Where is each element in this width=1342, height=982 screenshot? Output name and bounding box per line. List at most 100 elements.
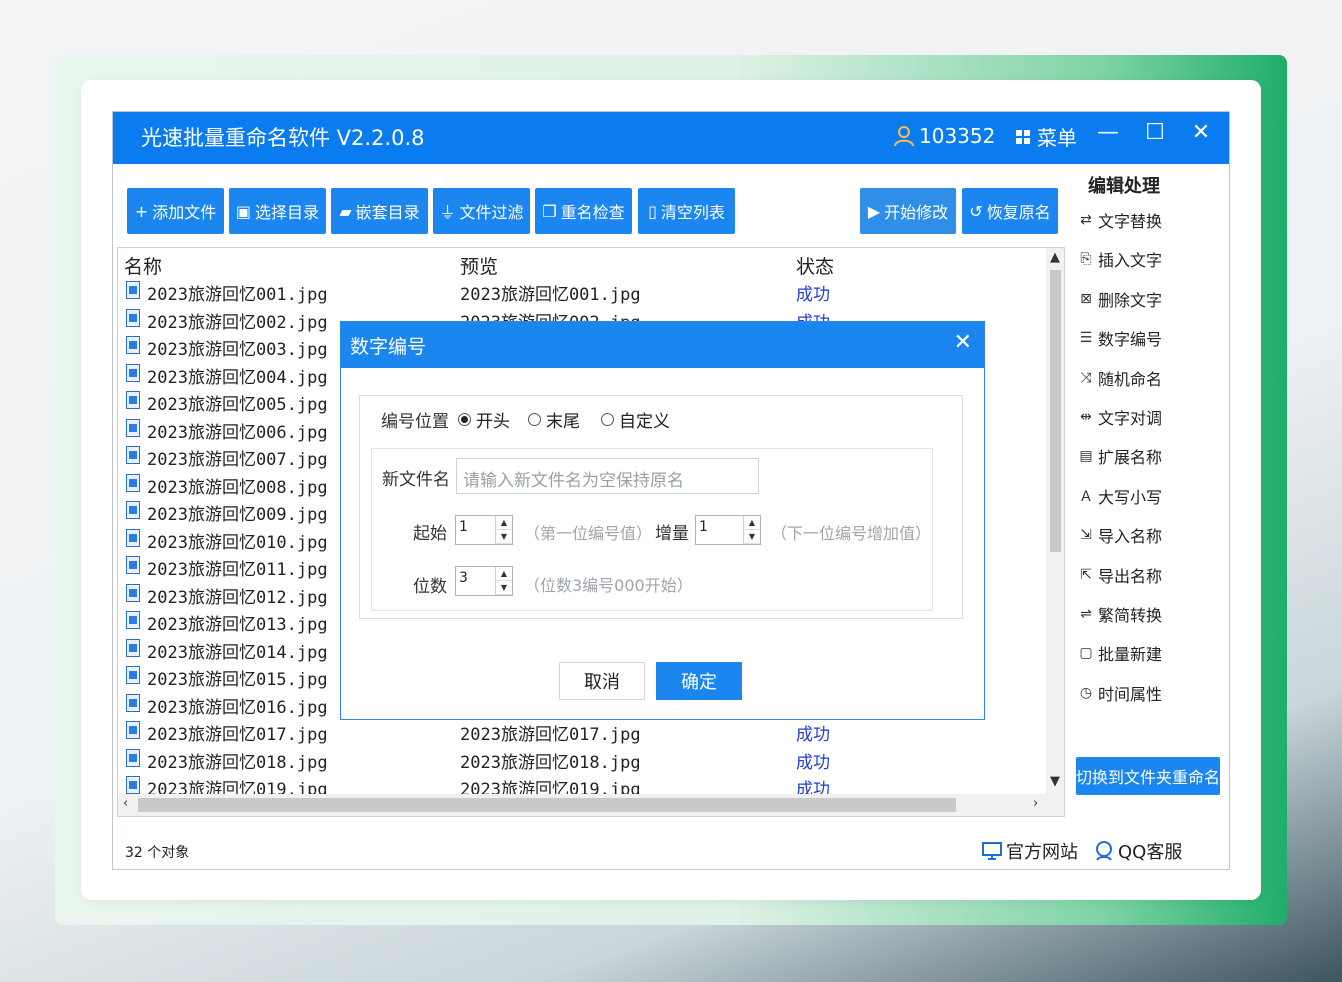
undo-icon: ↺ <box>969 201 983 221</box>
stepper-up-icon[interactable]: ▲ <box>744 516 760 530</box>
sidebar-item-13[interactable]: ◷ 时间属性 <box>1078 681 1162 705</box>
image-file-icon <box>126 693 140 712</box>
sidebar-item-7[interactable]: ▤ 扩展名称 <box>1078 444 1162 468</box>
number-icon: ☰ <box>1079 330 1093 347</box>
horizontal-scroll-thumb[interactable] <box>138 798 956 812</box>
stepper-up-icon[interactable]: ▲ <box>496 567 512 581</box>
duplicate-check-button[interactable]: ❐ 重名检查 <box>535 188 632 234</box>
sidebar-item-label: 插入文字 <box>1098 251 1163 271</box>
case-icon: Ａ <box>1079 488 1093 505</box>
sidebar-item-5[interactable]: ⤨ 随机命名 <box>1078 366 1162 390</box>
clear-list-button[interactable]: ▯ 清空列表 <box>638 188 735 234</box>
file-name: 2023旅游回忆017.jpg <box>147 725 328 745</box>
sidebar-item-9[interactable]: ⇲ 导入名称 <box>1078 523 1162 547</box>
column-status[interactable]: 状态 <box>796 252 834 279</box>
image-file-icon <box>126 638 140 657</box>
file-name: 2023旅游回忆012.jpg <box>147 587 328 608</box>
add-files-button[interactable]: + 添加文件 <box>127 188 224 234</box>
step-stepper[interactable]: 1 ▲ ▼ <box>695 515 761 545</box>
sidebar-item-10[interactable]: ⇱ 导出名称 <box>1078 563 1162 587</box>
vertical-scroll-thumb[interactable] <box>1050 270 1061 552</box>
file-name: 2023旅游回忆010.jpg <box>147 532 328 553</box>
file-name: 2023旅游回忆016.jpg <box>147 697 328 718</box>
sidebar-item-3[interactable]: ⊠ 删除文字 <box>1078 287 1162 311</box>
restore-names-button[interactable]: ↺ 恢复原名 <box>962 188 1058 234</box>
step-value: 1 <box>699 519 708 535</box>
radio-custom[interactable]: 自定义 <box>601 407 670 432</box>
nested-directory-label: 嵌套目录 <box>355 203 420 222</box>
stepper-down-icon[interactable]: ▼ <box>744 530 760 544</box>
file-preview: 2023旅游回忆017.jpg <box>460 725 641 745</box>
select-directory-button[interactable]: ▣ 选择目录 <box>229 188 326 234</box>
sidebar-item-11[interactable]: ⇌ 繁简转换 <box>1078 602 1162 626</box>
sidebar-item-1[interactable]: ⇄ 文字替换 <box>1078 208 1162 232</box>
sidebar-item-label: 导出名称 <box>1098 566 1163 586</box>
stepper-buttons[interactable]: ▲ ▼ <box>495 516 512 544</box>
folder-open-icon: ▰ <box>339 201 352 221</box>
horizontal-scrollbar[interactable]: ‹ › <box>118 794 1046 816</box>
minimize-button[interactable]: — <box>1093 120 1123 145</box>
official-site-link[interactable]: 官方网站 <box>981 838 1078 864</box>
start-hint: （第一位编号值） <box>524 524 653 543</box>
sidebar-item-2[interactable]: ⎘ 插入文字 <box>1078 247 1162 271</box>
add-files-label: 添加文件 <box>152 203 217 222</box>
sidebar-item-label: 随机命名 <box>1098 369 1163 389</box>
digits-stepper[interactable]: 3 ▲ ▼ <box>455 566 513 596</box>
file-preview: 2023旅游回忆018.jpg <box>460 752 641 773</box>
image-file-icon <box>126 748 140 767</box>
scroll-right-icon[interactable]: › <box>1033 796 1038 811</box>
menu-button[interactable]: 菜单 <box>1015 122 1077 151</box>
nested-directory-button[interactable]: ▰ 嵌套目录 <box>331 188 428 234</box>
ok-button[interactable]: 确定 <box>656 662 742 700</box>
image-file-icon <box>126 473 140 492</box>
sidebar-item-label: 文字替换 <box>1098 212 1163 231</box>
file-name: 2023旅游回忆011.jpg <box>147 560 328 580</box>
maximize-button[interactable]: ☐ <box>1140 120 1170 145</box>
column-name[interactable]: 名称 <box>124 252 162 279</box>
stepper-down-icon[interactable]: ▼ <box>496 581 512 595</box>
switch-to-folder-rename-button[interactable]: 切换到文件夹重命名 <box>1076 757 1220 795</box>
scroll-down-icon[interactable]: ▼ <box>1050 774 1060 789</box>
sidebar-item-12[interactable]: ▢ 批量新建 <box>1078 641 1162 665</box>
file-name: 2023旅游回忆018.jpg <box>147 752 328 773</box>
monitor-icon <box>982 842 1002 860</box>
start-label: 起始 <box>413 524 447 544</box>
close-button[interactable]: ✕ <box>1186 120 1216 145</box>
user-account[interactable]: 103352 <box>893 124 995 148</box>
dialog-close-icon[interactable]: ✕ <box>954 330 972 355</box>
cancel-button[interactable]: 取消 <box>559 662 645 700</box>
table-row[interactable]: 2023旅游回忆001.jpg 2023旅游回忆001.jpg 成功 <box>118 278 1064 306</box>
newname-input[interactable]: 请输入新文件名为空保持原名 <box>456 458 759 494</box>
file-filter-button[interactable]: ⏚ 文件过滤 <box>433 188 530 234</box>
scroll-left-icon[interactable]: ‹ <box>123 796 128 811</box>
table-row[interactable]: 2023旅游回忆017.jpg 2023旅游回忆017.jpg 成功 <box>118 718 1064 746</box>
sidebar-item-8[interactable]: Ａ 大写小写 <box>1078 484 1162 508</box>
start-stepper[interactable]: 1 ▲ ▼ <box>455 515 513 545</box>
qq-support-link[interactable]: QQ客服 <box>1093 838 1182 864</box>
image-file-icon <box>126 281 140 299</box>
sidebar-item-6[interactable]: ⇹ 文字对调 <box>1078 405 1162 429</box>
scroll-up-icon[interactable]: ▲ <box>1050 250 1060 265</box>
stepper-buttons[interactable]: ▲ ▼ <box>495 567 512 595</box>
start-rename-button[interactable]: ▶ 开始修改 <box>860 188 956 234</box>
copy-icon: ❐ <box>542 201 557 221</box>
duplicate-check-label: 重名检查 <box>560 203 625 222</box>
stepper-up-icon[interactable]: ▲ <box>496 516 512 530</box>
new-file-icon: ▢ <box>1079 645 1093 662</box>
sidebar-item-4[interactable]: ☰ 数字编号 <box>1078 326 1162 350</box>
radio-end[interactable]: 末尾 <box>528 407 580 432</box>
image-file-icon <box>126 308 140 327</box>
stepper-down-icon[interactable]: ▼ <box>496 530 512 544</box>
stepper-buttons[interactable]: ▲ ▼ <box>743 516 760 544</box>
table-row[interactable]: 2023旅游回忆018.jpg 2023旅游回忆018.jpg 成功 <box>118 746 1064 774</box>
object-count: 32 个对象 <box>125 845 190 861</box>
radio-start[interactable]: 开头 <box>458 407 510 432</box>
step-label: 增量 <box>655 524 689 544</box>
image-file-icon <box>126 556 140 574</box>
qq-icon <box>1096 841 1112 861</box>
file-filter-label: 文件过滤 <box>459 203 524 222</box>
vertical-scrollbar[interactable]: ▲ ▼ <box>1046 248 1064 816</box>
column-preview[interactable]: 预览 <box>460 252 498 279</box>
sidebar-item-label: 时间属性 <box>1098 684 1163 704</box>
sidebar-item-label: 删除文字 <box>1098 290 1163 310</box>
